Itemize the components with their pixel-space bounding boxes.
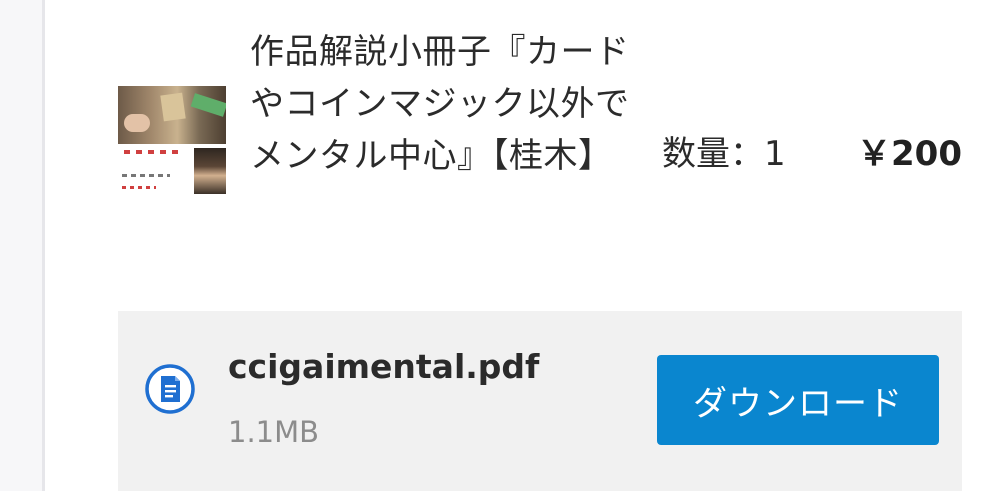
product-thumbnail[interactable]: [118, 86, 226, 194]
download-panel: ccigaimental.pdf 1.1MB ダウンロード: [118, 311, 962, 491]
product-title[interactable]: 作品解説小冊子『カードやコインマジック以外でメンタル中心』【桂木】: [250, 26, 660, 182]
file-name: ccigaimental.pdf: [228, 347, 540, 386]
download-button[interactable]: ダウンロード: [657, 355, 939, 445]
thumbnail-text-line: [124, 150, 184, 154]
thumbnail-text-line: [122, 174, 170, 177]
file-size: 1.1MB: [228, 415, 320, 449]
thumbnail-card-shape: [160, 92, 186, 122]
left-sidebar-rail: [0, 0, 45, 491]
thumbnail-photo-bottom: [194, 148, 226, 194]
thumbnail-text-line: [122, 186, 156, 189]
item-price: ￥200: [857, 134, 962, 174]
order-item-row: 作品解説小冊子『カードやコインマジック以外でメンタル中心』【桂木】 数量：1 ￥…: [118, 26, 968, 286]
thumbnail-hand-shape: [124, 114, 150, 132]
quantity-label: 数量：1: [662, 134, 786, 174]
document-icon: [144, 363, 196, 415]
